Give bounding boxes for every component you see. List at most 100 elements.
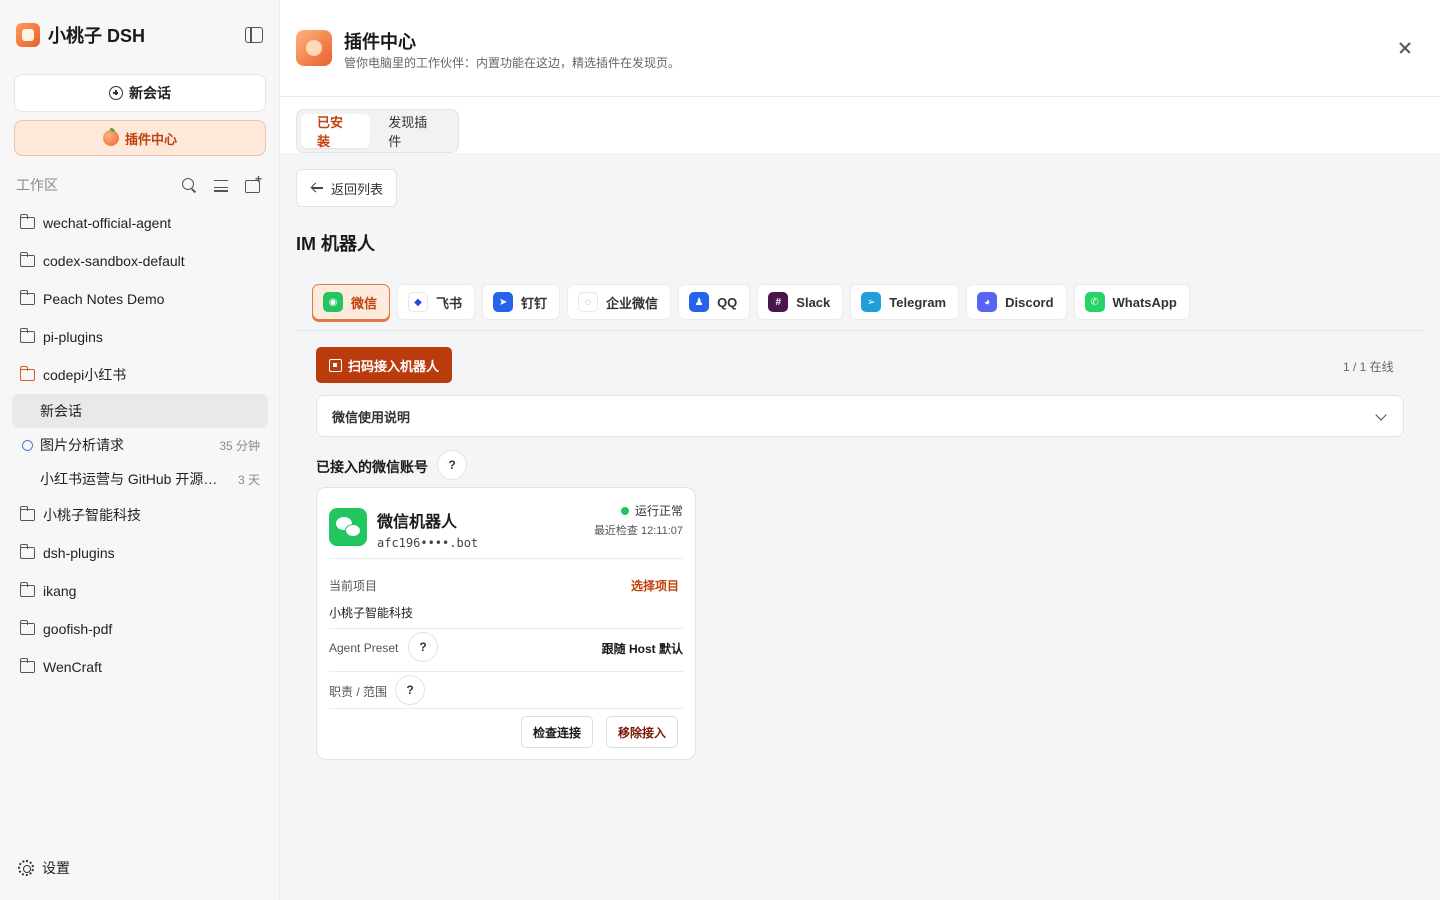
search-icon[interactable] <box>180 176 198 194</box>
im-tab-label: QQ <box>717 294 738 310</box>
workspace-tree: wechat-official-agent codex-sandbox-defa… <box>12 204 268 686</box>
divider <box>329 708 684 709</box>
bot-account-card: 微信机器人 afc196••••.bot 运行正常 最近检查 12:11:07 … <box>316 487 696 760</box>
folder-icon <box>19 328 35 343</box>
preset-value[interactable]: 跟随 Host 默认 <box>602 640 683 657</box>
folder-item-open[interactable]: codepi小红书 <box>12 356 268 394</box>
workspace-header: 工作区 <box>16 172 266 194</box>
im-tab-label: Slack <box>796 294 831 310</box>
arrow-left-icon <box>311 183 323 193</box>
folder-label: goofish-pdf <box>43 621 113 637</box>
im-tab-feishu[interactable]: ◆ 飞书 <box>397 284 476 320</box>
back-to-list-button[interactable]: 返回列表 <box>296 169 397 207</box>
scan-label: 扫码接入机器人 <box>347 358 439 374</box>
online-count: 1 / 1 在线 <box>1343 360 1394 374</box>
im-tab-label: Discord <box>1005 294 1054 310</box>
tab-installed[interactable]: 已安装 <box>301 114 371 149</box>
folder-icon <box>19 658 35 673</box>
im-platform-tabs: ◉ 微信 ◆ 飞书 ➤ 钉钉 ◌ 企业微信 ♟ QQ # Slack ➢ Telegram ◕… <box>312 284 1190 320</box>
plugin-tabs: 已安装 发现插件 <box>296 109 459 153</box>
folder-item[interactable]: codex-sandbox-default <box>12 242 268 280</box>
session-label: 小红书运营与 GitHub 开源项目 <box>40 471 230 487</box>
qr-code-icon <box>328 358 342 372</box>
folder-item[interactable]: dsh-plugins <box>12 534 268 572</box>
divider <box>329 558 684 559</box>
wecom-icon: ◌ <box>578 292 599 312</box>
help-button[interactable]: ? <box>437 450 467 480</box>
im-tab-label: WhatsApp <box>1112 294 1177 310</box>
im-tab-discord[interactable]: ◕ Discord <box>966 284 1067 320</box>
telegram-icon: ➢ <box>861 292 882 312</box>
session-item-active[interactable]: 新会话 <box>12 394 268 428</box>
session-item[interactable]: 小红书运营与 GitHub 开源项目 3 天 <box>12 462 268 496</box>
status-badge: 运行正常 <box>620 502 683 519</box>
sidebar: 小桃子 DSH 新会话 插件中心 工作区 wechat-official-age… <box>0 0 280 900</box>
folder-label: 小桃子智能科技 <box>43 507 141 523</box>
app-name: 小桃子 DSH <box>48 26 146 46</box>
folder-item[interactable]: goofish-pdf <box>12 610 268 648</box>
dingtalk-icon: ➤ <box>493 292 514 312</box>
im-tab-wecom[interactable]: ◌ 企业微信 <box>567 284 672 320</box>
preset-help-button[interactable]: ? <box>408 632 438 662</box>
im-tab-qq[interactable]: ♟ QQ <box>678 284 751 320</box>
folder-icon <box>19 290 35 305</box>
chevron-down-icon <box>1375 409 1387 421</box>
im-tab-dingtalk[interactable]: ➤ 钉钉 <box>482 284 561 320</box>
section-title: IM 机器人 <box>296 234 375 254</box>
workspace-label: 工作区 <box>16 177 58 193</box>
divider <box>296 330 1424 331</box>
folder-icon <box>19 506 35 521</box>
bot-name: 微信机器人 <box>377 514 458 531</box>
scan-connect-bot-button[interactable]: 扫码接入机器人 <box>316 347 452 383</box>
im-tab-label: Telegram <box>889 294 947 310</box>
folder-item[interactable]: WenCraft <box>12 648 268 686</box>
session-time: 3 天 <box>237 472 260 487</box>
im-tab-label: 企业微信 <box>606 295 659 311</box>
brand: 小桃子 DSH <box>16 22 145 48</box>
close-icon[interactable] <box>1397 40 1413 56</box>
filter-icon[interactable] <box>212 176 230 194</box>
session-item[interactable]: 图片分析请求 35 分钟 <box>12 428 268 462</box>
folder-label: dsh-plugins <box>43 545 115 561</box>
peach-icon <box>102 128 119 146</box>
new-folder-icon[interactable] <box>244 172 262 194</box>
plugin-center-header: 插件中心 管你电脑里的工作伙伴：内置功能在这边，精选插件在发现页。 <box>280 0 1440 97</box>
folder-icon <box>19 620 35 635</box>
sidebar-toggle-icon[interactable] <box>245 27 263 43</box>
folder-label: wechat-official-agent <box>43 215 172 231</box>
folder-item[interactable]: wechat-official-agent <box>12 204 268 242</box>
folder-item[interactable]: pi-plugins <box>12 318 268 356</box>
im-tab-slack[interactable]: # Slack <box>757 284 844 320</box>
folder-icon <box>19 544 35 559</box>
tab-discover[interactable]: 发现插件 <box>372 114 454 149</box>
session-time: 35 分钟 <box>219 438 260 453</box>
gear-icon <box>18 860 34 876</box>
settings-button[interactable]: 设置 <box>18 858 70 878</box>
chat-status-icon <box>22 439 33 451</box>
divider <box>329 628 684 629</box>
page-subtitle: 管你电脑里的工作伙伴：内置功能在这边，精选插件在发现页。 <box>344 56 681 70</box>
divider <box>329 671 684 672</box>
plugin-center-button[interactable]: 插件中心 <box>14 120 266 156</box>
bot-id: afc196••••.bot <box>377 536 479 550</box>
new-chat-button[interactable]: 新会话 <box>14 74 266 112</box>
select-project-button[interactable]: 选择项目 <box>631 577 679 594</box>
folder-item[interactable]: 小桃子智能科技 <box>12 496 268 534</box>
wechat-guide-accordion[interactable]: 微信使用说明 <box>316 395 1404 437</box>
folder-item[interactable]: ikang <box>12 572 268 610</box>
im-tab-whatsapp[interactable]: ✆ WhatsApp <box>1073 284 1190 320</box>
scope-help-button[interactable]: ? <box>395 675 425 705</box>
feishu-icon: ◆ <box>408 292 429 312</box>
check-connection-button[interactable]: 检查连接 <box>521 716 594 748</box>
im-tab-telegram[interactable]: ➢ Telegram <box>850 284 960 320</box>
im-tab-wechat[interactable]: ◉ 微信 <box>312 284 391 320</box>
page-title: 插件中心 <box>344 32 416 52</box>
folder-item[interactable]: Peach Notes Demo <box>12 280 268 318</box>
remove-connection-button[interactable]: 移除接入 <box>606 716 679 748</box>
status-text: 运行正常 <box>634 504 683 518</box>
settings-label: 设置 <box>42 860 70 876</box>
qq-icon: ♟ <box>689 292 710 312</box>
folder-label: WenCraft <box>43 659 102 675</box>
project-value: 小桃子智能科技 <box>329 606 414 620</box>
folder-label: pi-plugins <box>43 329 103 345</box>
